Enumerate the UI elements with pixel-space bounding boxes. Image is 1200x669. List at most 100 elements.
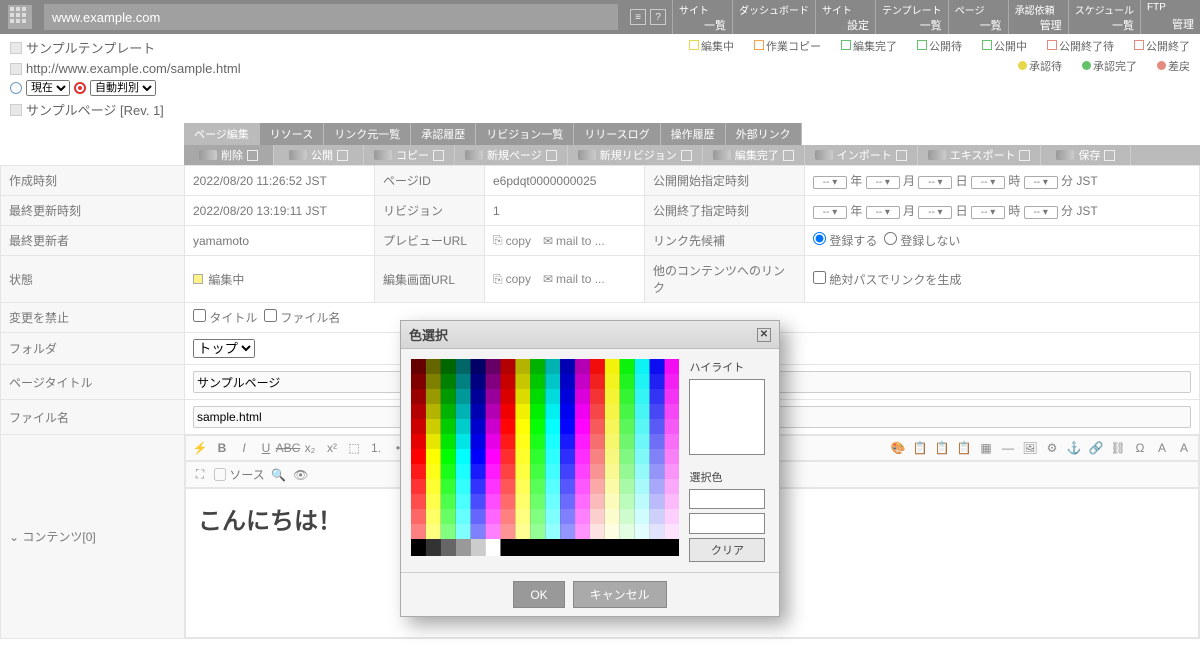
flash-icon[interactable]: ⚙ — [1044, 440, 1060, 456]
anchor-icon[interactable]: ⚓ — [1066, 440, 1082, 456]
lightning-icon[interactable]: ⚡ — [192, 440, 208, 456]
action-新規ページ[interactable]: 新規ページ — [455, 145, 568, 165]
close-icon[interactable]: ✕ — [757, 328, 771, 342]
modal-title-text: 色選択 — [409, 325, 448, 344]
bg-color-icon[interactable]: A — [1176, 440, 1192, 456]
folder-label: フォルダ — [1, 333, 185, 365]
tab-3[interactable]: 承認履歴 — [411, 123, 476, 145]
action-公開[interactable]: 公開 — [274, 145, 364, 165]
highlight-label: ハイライト — [689, 359, 769, 375]
link-cand-label: リンク先候補 — [645, 226, 805, 256]
table-icon[interactable]: ▦ — [978, 440, 994, 456]
register-no[interactable]: 登録しない — [884, 234, 960, 248]
pub-end-value: -- ▾ 年 -- ▾ 月 -- ▾ 日 -- ▾ 時 -- ▾ 分 JST — [805, 196, 1200, 226]
symbol-icon[interactable]: Ω — [1132, 440, 1148, 456]
color-hex-input[interactable] — [689, 513, 765, 534]
top-tab-3[interactable]: テンプレート一覧 — [875, 0, 948, 34]
terminal-icon[interactable]: ≡ — [630, 9, 646, 25]
tab-6[interactable]: 操作履歴 — [661, 123, 726, 145]
abs-path-checkbox[interactable]: 絶対パスでリンクを生成 — [813, 273, 961, 287]
lock-file-checkbox[interactable]: ファイル名 — [264, 311, 340, 325]
top-tab-4[interactable]: ページ一覧 — [948, 0, 1008, 34]
top-tab-6[interactable]: スケジュール一覧 — [1068, 0, 1140, 34]
image-icon[interactable]: 🖼 — [1022, 440, 1038, 456]
tab-1[interactable]: リソース — [260, 123, 324, 145]
action-削除[interactable]: 削除 — [184, 145, 274, 165]
page-icon — [10, 104, 22, 116]
copy-icon: ⎘ — [493, 233, 503, 248]
ok-button[interactable]: OK — [513, 581, 564, 608]
action-新規リビジョン[interactable]: 新規リビジョン — [568, 145, 703, 165]
tab-0[interactable]: ページ編集 — [184, 123, 260, 145]
object-icon[interactable]: ⬚ — [346, 440, 362, 456]
pub-end-label: 公開終了指定時刻 — [645, 196, 805, 226]
top-tab-0[interactable]: サイト一覧 — [672, 0, 732, 34]
copy-button[interactable]: ⎘copy — [493, 233, 531, 248]
tab-4[interactable]: リビジョン一覧 — [476, 123, 574, 145]
unlink-icon[interactable]: ⛓ — [1110, 440, 1126, 456]
mailto-button[interactable]: ✉mail to ... — [543, 272, 605, 286]
contents-label[interactable]: ⌄ コンテンツ[0] — [1, 435, 185, 639]
italic-icon[interactable]: I — [236, 440, 252, 456]
page-url[interactable]: http://www.example.com/sample.html — [26, 61, 241, 76]
bold-icon[interactable]: B — [214, 440, 230, 456]
strike-icon[interactable]: ABC — [280, 440, 296, 456]
register-yes[interactable]: 登録する — [813, 234, 877, 248]
lock-title-checkbox[interactable]: タイトル — [193, 311, 257, 325]
source-button[interactable]: ▢ ソース — [214, 466, 265, 483]
file-label: ファイル名 — [1, 400, 185, 435]
state-label: 状態 — [1, 256, 185, 303]
modal-titlebar[interactable]: 色選択 ✕ — [401, 321, 779, 349]
underline-icon[interactable]: U — [258, 440, 274, 456]
mode-select[interactable]: 自動判別 — [90, 80, 156, 96]
updated-value: 2022/08/20 13:19:11 JST — [185, 196, 375, 226]
action-エキスポート[interactable]: エキスポート — [918, 145, 1042, 165]
paste-word-icon[interactable]: 📋 — [956, 440, 972, 456]
created-value: 2022/08/20 11:26:52 JST — [185, 166, 375, 196]
paste-icon[interactable]: 📋 — [912, 440, 928, 456]
clock-icon — [10, 82, 22, 94]
updated-label: 最終更新時刻 — [1, 196, 185, 226]
hr-icon[interactable]: — — [1000, 440, 1016, 456]
url-text: www.example.com — [52, 10, 160, 25]
top-tab-1[interactable]: ダッシュボード — [732, 0, 815, 34]
top-tab-2[interactable]: サイト設定 — [815, 0, 875, 34]
preview-icon[interactable]: 👁 — [293, 467, 309, 483]
top-tab-5[interactable]: 承認依頼管理 — [1008, 0, 1068, 34]
find-icon[interactable]: 🔍 — [271, 467, 287, 483]
mailto-button[interactable]: ✉mail to ... — [543, 234, 605, 248]
title-label: ページタイトル — [1, 365, 185, 400]
pageid-value: e6pdqt0000000025 — [485, 166, 645, 196]
superscript-icon[interactable]: x² — [324, 440, 340, 456]
logo-icon — [0, 0, 40, 34]
edit-status-legend: 編集中作業コピー編集完了公開待公開中公開終了待公開終了 — [669, 38, 1190, 54]
tab-5[interactable]: リリースログ — [574, 123, 660, 145]
action-インポート[interactable]: インポート — [805, 145, 918, 165]
text-color-icon[interactable]: A — [1154, 440, 1170, 456]
updater-label: 最終更新者 — [1, 226, 185, 256]
action-コピー[interactable]: コピー — [364, 145, 455, 165]
time-select[interactable]: 現在 — [26, 80, 70, 96]
action-保存[interactable]: 保存 — [1041, 145, 1131, 165]
created-label: 作成時刻 — [1, 166, 185, 196]
tab-2[interactable]: リンク元一覧 — [324, 123, 411, 145]
subscript-icon[interactable]: x₂ — [302, 440, 318, 456]
action-編集完了[interactable]: 編集完了 — [703, 145, 805, 165]
list-ol-icon[interactable]: 1. — [368, 440, 384, 456]
copy-button[interactable]: ⎘copy — [493, 272, 531, 287]
color-palette[interactable] — [411, 359, 679, 556]
help-icon[interactable]: ? — [650, 9, 666, 25]
palette-icon[interactable]: 🎨 — [890, 440, 906, 456]
selected-label: 選択色 — [689, 469, 769, 485]
cancel-button[interactable]: キャンセル — [573, 581, 667, 608]
clear-button[interactable]: クリア — [689, 538, 765, 562]
link-icon[interactable]: 🔗 — [1088, 440, 1104, 456]
preview-value: ⎘copy ✉mail to ... — [485, 226, 645, 256]
paste-plain-icon[interactable]: 📋 — [934, 440, 950, 456]
tab-7[interactable]: 外部リンク — [726, 123, 802, 145]
top-tab-7[interactable]: FTP管理 — [1140, 0, 1200, 34]
mail-icon: ✉ — [543, 234, 553, 248]
expand-icon[interactable]: ⛶ — [192, 467, 208, 483]
folder-select[interactable]: トップ — [193, 339, 255, 358]
template-name: サンプルテンプレート — [26, 38, 155, 57]
